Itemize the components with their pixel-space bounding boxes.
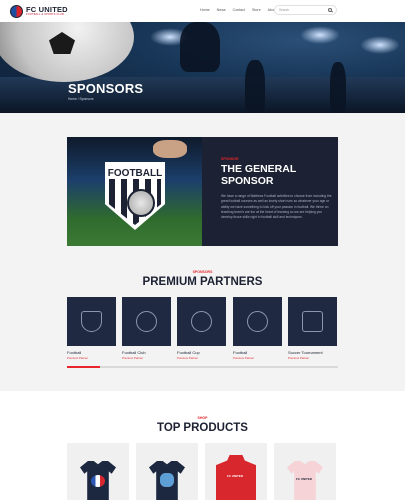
general-sponsor-image: FOOTBALL <box>67 137 202 246</box>
product-card[interactable] <box>136 443 198 500</box>
search-icon[interactable] <box>328 8 332 12</box>
sponsor-kicker: SPONSOR <box>221 157 239 161</box>
nav-item-store[interactable]: Store <box>252 8 261 12</box>
product-card[interactable]: FC UNITED <box>205 443 267 500</box>
partner-role: Premium Partner <box>288 356 310 360</box>
club-crest-icon <box>10 4 23 18</box>
partner-name[interactable]: Soccer Tournament <box>288 350 337 355</box>
search-input[interactable]: Search <box>274 5 337 15</box>
partner-card[interactable]: Football Premium Partner <box>233 297 282 360</box>
partner-name[interactable]: Football Club <box>122 350 171 355</box>
sponsor-title-line1: THE GENERAL <box>221 163 297 175</box>
partners-kicker: SPONSORS <box>192 270 213 274</box>
sponsor-title-line2: SPONSOR <box>221 175 274 187</box>
football-crest-icon <box>81 311 102 332</box>
products-title: TOP PRODUCTS <box>157 422 248 434</box>
partner-role: Premium Partner <box>177 356 199 360</box>
partner-name[interactable]: Football Cup <box>177 350 226 355</box>
carousel-progress[interactable] <box>67 366 338 368</box>
soccer-ball-icon <box>127 189 155 217</box>
player-silhouette <box>330 62 346 113</box>
partner-card[interactable]: Football Club Premium Partner <box>122 297 171 360</box>
logo-subtitle: FOOTBALL & SPORTS CLUB <box>26 13 65 16</box>
hoodie-print: FC UNITED <box>227 474 243 478</box>
sponsor-title: THE GENERAL SPONSOR <box>221 163 331 187</box>
player-silhouette <box>180 22 220 72</box>
sponsor-description: We have a range of Mattress Football act… <box>221 194 332 220</box>
products-kicker: SHOP <box>197 416 208 420</box>
product-card[interactable]: FC UNITED <box>274 443 336 500</box>
soccer-ball-image <box>0 22 134 82</box>
tournament-shield-icon <box>302 311 323 332</box>
main-nav: Home News Contact Store About Us <box>200 8 282 12</box>
soccer-ball-icon <box>136 311 157 332</box>
partner-card[interactable]: Soccer Tournament Premium Partner <box>288 297 337 360</box>
partner-logo[interactable] <box>67 297 116 346</box>
partner-logo[interactable] <box>288 297 337 346</box>
carousel-progress-fill <box>67 366 100 368</box>
breadcrumb[interactable]: Home / Sponsors <box>68 97 93 101</box>
partner-role: Premium Partner <box>122 356 144 360</box>
goalkeeper-glove <box>153 140 187 158</box>
nav-item-home[interactable]: Home <box>200 8 210 12</box>
stadium-light <box>300 26 340 44</box>
page-title: SPONSORS <box>68 81 144 96</box>
nav-item-news[interactable]: News <box>217 8 226 12</box>
cup-badge-icon <box>191 311 212 332</box>
product-card[interactable] <box>67 443 129 500</box>
site-header: FC UNITED FOOTBALL & SPORTS CLUB Home Ne… <box>0 0 405 22</box>
partner-name[interactable]: Football <box>233 350 282 355</box>
player-print <box>160 473 174 487</box>
shield-word: FOOTBALL <box>107 168 163 179</box>
hero-banner <box>0 22 405 113</box>
partner-name[interactable]: Football <box>67 350 116 355</box>
search-placeholder: Search <box>279 8 290 12</box>
partner-card[interactable]: Football Premium Partner <box>67 297 116 360</box>
partner-role: Premium Partner <box>67 356 89 360</box>
football-swoosh-icon <box>247 311 268 332</box>
tshirt-print: FC UNITED <box>296 477 312 481</box>
logo-title: FC UNITED <box>26 4 68 14</box>
partner-card[interactable]: Football Cup Premium Partner <box>177 297 226 360</box>
stadium-light <box>360 36 400 54</box>
partner-logo[interactable] <box>233 297 282 346</box>
flag-ball-print <box>91 475 105 487</box>
partner-role: Premium Partner <box>233 356 255 360</box>
site-logo[interactable]: FC UNITED FOOTBALL & SPORTS CLUB <box>10 4 68 18</box>
partner-logo[interactable] <box>122 297 171 346</box>
partners-title: PREMIUM PARTNERS <box>142 276 263 288</box>
partner-logo[interactable] <box>177 297 226 346</box>
player-silhouette <box>245 60 265 113</box>
nav-item-contact[interactable]: Contact <box>233 8 245 12</box>
